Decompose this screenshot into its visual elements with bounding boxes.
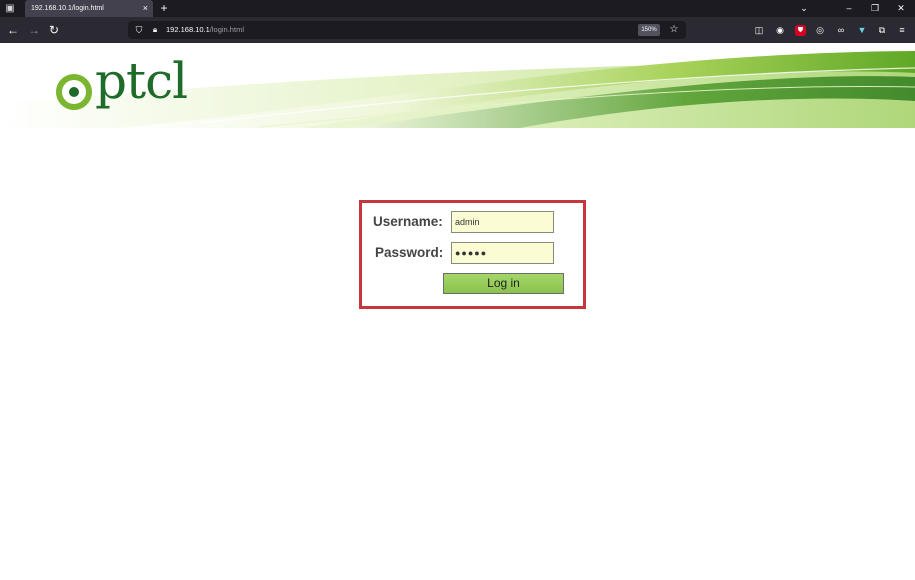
ptcl-logo-dot [69,87,79,97]
login-button[interactable]: Log in [443,273,564,294]
close-window-icon[interactable]: ✕ [894,0,908,17]
new-tab-button[interactable]: + [158,0,170,17]
star-icon[interactable]: ☆ [668,21,680,39]
forward-arrow-icon[interactable]: → [27,17,41,43]
extensions-puzzle-icon[interactable]: ⧉ [875,23,889,37]
pocket-icon[interactable]: ◫ [752,23,766,37]
back-arrow-icon[interactable]: ← [6,17,20,43]
active-tab[interactable]: 192.168.10.1/login.html × [25,0,153,17]
mask-icon[interactable]: ∞ [834,23,848,37]
login-form: Username: admin Password: ●●●●● Log in [359,200,586,309]
extension-badge-icon[interactable]: ▼ [855,23,869,37]
restore-icon[interactable]: ❐ [868,0,882,17]
tab-bar: ▣ 192.168.10.1/login.html × + ⌄ – ❐ ✕ [0,0,915,17]
url-bar[interactable]: ⛉ 🔒︎ 192.168.10.1/login.html 150% ☆ [128,21,686,39]
tab-title: 192.168.10.1/login.html [31,5,104,12]
password-input[interactable]: ●●●●● [451,242,554,264]
close-tab-icon[interactable]: × [143,0,148,17]
minimize-icon[interactable]: – [842,0,856,17]
ptcl-banner: ptcl [0,43,915,128]
url-text[interactable]: 192.168.10.1/login.html [166,21,244,39]
reload-icon[interactable]: ↻ [47,17,61,43]
tab-list-icon[interactable]: ▣ [3,2,17,15]
menu-icon[interactable]: ≡ [895,23,909,37]
extension-icon[interactable]: ◎ [813,23,827,37]
ptcl-logo-text: ptcl [95,52,188,110]
password-label: Password: [375,245,444,260]
zoom-level-badge[interactable]: 150% [638,24,660,36]
username-label: Username: [373,214,443,229]
account-icon[interactable]: ◉ [773,23,787,37]
nav-toolbar: ← → ↻ ⛉ 🔒︎ 192.168.10.1/login.html 150% … [0,17,915,43]
url-path: /login.html [209,25,244,34]
shield-icon[interactable]: ⛉ [134,22,144,38]
ublock-icon[interactable]: ⛊ [795,25,806,36]
username-input[interactable]: admin [451,211,554,233]
lock-icon[interactable]: 🔒︎ [150,22,160,38]
url-host: 192.168.10.1 [166,25,210,34]
chevron-down-icon[interactable]: ⌄ [797,0,811,17]
